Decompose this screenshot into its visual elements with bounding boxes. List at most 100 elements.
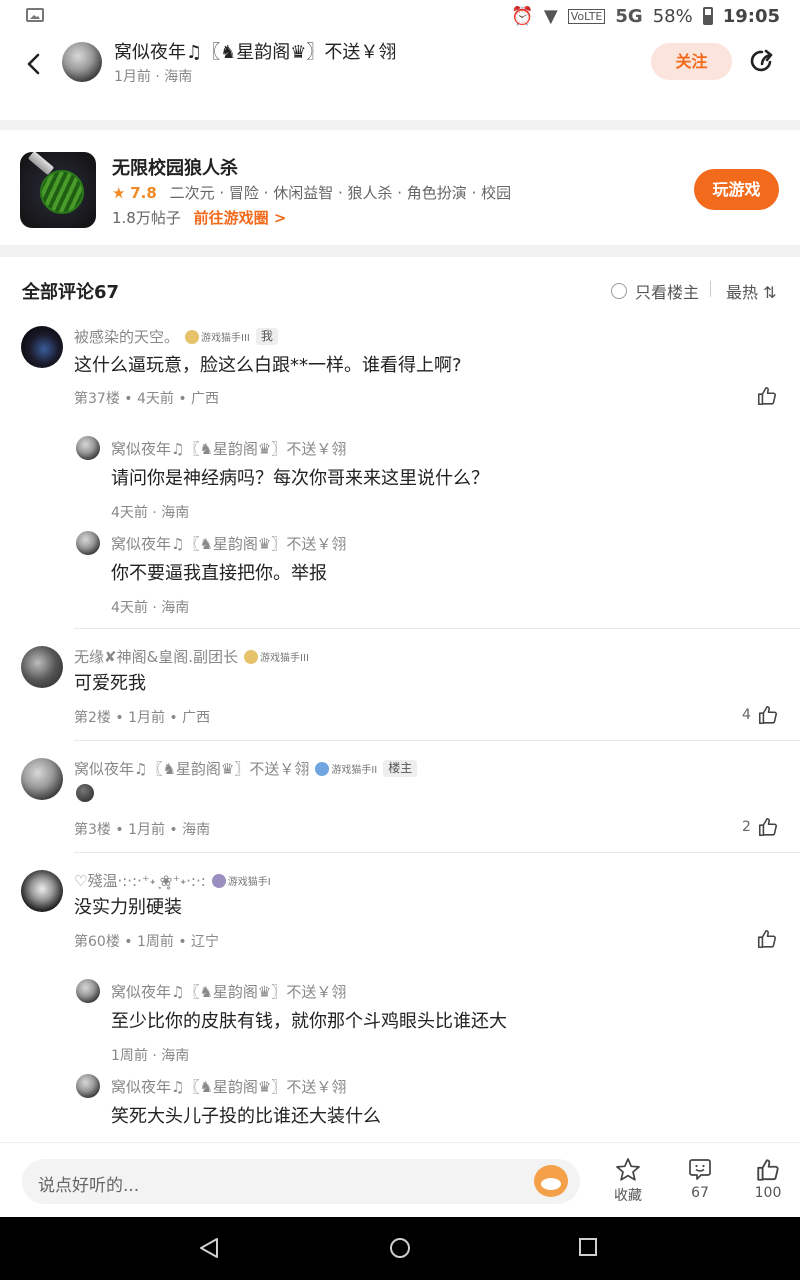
reply-avatar[interactable] xyxy=(76,1074,100,1098)
status-bar: ⏰ ▼ VoLTE 5G 58% 19:05 xyxy=(0,0,800,32)
battery-icon xyxy=(702,7,713,25)
reply-author[interactable]: 窝似夜年♫〖♞星韵阁♛〗不送￥翎 xyxy=(111,981,346,1002)
level-badge: 游戏猫手III xyxy=(185,329,250,344)
radio-icon[interactable] xyxy=(611,283,627,299)
comment-meta: 第3楼 • 1月前 • 海南 xyxy=(74,822,211,838)
game-icon[interactable] xyxy=(20,152,96,228)
watermelon-icon xyxy=(40,170,84,214)
battery-percent: 58% xyxy=(652,5,693,27)
comment-input[interactable]: 说点好听的... xyxy=(22,1159,580,1204)
comment-text: 这什么逼玩意，脸这么白跟**一样。谁看得上啊? xyxy=(74,355,462,376)
thumbs-up-icon[interactable] xyxy=(755,1157,781,1183)
comment-text: 没实力别硬装 xyxy=(74,897,182,918)
commenter-name[interactable]: ♡殘温·:·:·⁺˖ ͙❀̥⁺˖·:·: xyxy=(74,870,206,891)
favorite-button[interactable]: 收藏 xyxy=(598,1157,658,1205)
game-title[interactable]: 无限校园狼人杀 xyxy=(112,154,238,180)
reply-avatar[interactable] xyxy=(76,436,100,460)
reply-text: 笑死大头儿子投的比谁还大装什么 xyxy=(111,1106,381,1127)
section-divider xyxy=(0,245,800,257)
owner-tag: 楼主 xyxy=(383,760,418,777)
volte-indicator: VoLTE xyxy=(567,8,606,24)
like-button[interactable]: 2 xyxy=(742,816,779,838)
knife-icon xyxy=(27,152,55,176)
reply-meta: 1周前 · 海南 xyxy=(111,1048,190,1064)
reply-text: 至少比你的皮肤有钱，就你那个斗鸡眼头比谁还大 xyxy=(111,1011,507,1032)
favorite-label: 收藏 xyxy=(614,1188,642,1204)
owner-only-toggle[interactable]: 只看楼主 xyxy=(611,279,699,303)
game-post-count-row: 1.8万帖子 前往游戏圈 > xyxy=(112,207,286,228)
back-arrow-icon[interactable] xyxy=(24,52,44,76)
thumbs-up-icon[interactable] xyxy=(757,704,779,726)
comment-text: 可爱死我 xyxy=(74,673,146,694)
alarm-icon: ⏰ xyxy=(511,5,534,27)
reply-meta: 4天前 · 海南 xyxy=(111,505,190,521)
game-tags: ★ 7.8 二次元 · 冒险 · 休闲益智 · 狼人杀 · 角色扮演 · 校园 xyxy=(112,182,511,203)
wifi-icon: ▼ xyxy=(543,5,558,27)
commenter-avatar[interactable] xyxy=(21,758,63,800)
owner-only-label: 只看楼主 xyxy=(635,283,700,302)
reply-text: 你不要逼我直接把你。举报 xyxy=(111,563,327,584)
system-navigation-bar xyxy=(0,1217,800,1280)
author-name[interactable]: 窝似夜年♫〖♞星韵阁♛〗不送￥翎 xyxy=(114,38,396,64)
cat-badge-icon xyxy=(315,761,330,776)
section-divider xyxy=(0,120,800,130)
thumbs-up-icon[interactable] xyxy=(756,928,778,950)
author-avatar[interactable] xyxy=(62,42,102,82)
reply-avatar[interactable] xyxy=(76,979,100,1003)
game-circle-link[interactable]: 前往游戏圈 > xyxy=(194,209,287,227)
level-badge: 游戏猫手II xyxy=(315,761,377,776)
follow-button[interactable]: 关注 xyxy=(651,43,732,80)
cat-badge-icon xyxy=(244,649,259,664)
like-button[interactable] xyxy=(756,385,778,407)
gallery-notification-icon xyxy=(26,8,44,22)
commenter-avatar[interactable] xyxy=(21,646,63,688)
comment-meta: 第60楼 • 1周前 • 辽宁 xyxy=(74,934,220,950)
game-tag-list: 二次元 · 冒险 · 休闲益智 · 狼人杀 · 角色扮演 · 校园 xyxy=(169,184,512,202)
network-type: 5G xyxy=(615,5,643,27)
like-button[interactable] xyxy=(756,928,778,950)
comment-header: 无缘✘神阁&皇阁.副团长 游戏猫手III xyxy=(74,646,309,667)
share-icon[interactable] xyxy=(748,47,776,75)
reply-author[interactable]: 窝似夜年♫〖♞星韵阁♛〗不送￥翎 xyxy=(111,438,346,459)
reply-author[interactable]: 窝似夜年♫〖♞星韵阁♛〗不送￥翎 xyxy=(111,533,346,554)
commenter-avatar[interactable] xyxy=(21,326,63,368)
thumbs-up-icon[interactable] xyxy=(756,385,778,407)
game-card[interactable]: 无限校园狼人杀 ★ 7.8 二次元 · 冒险 · 休闲益智 · 狼人杀 · 角色… xyxy=(0,130,800,245)
nav-recents-icon[interactable] xyxy=(578,1237,598,1257)
reply-avatar[interactable] xyxy=(76,531,100,555)
star-outline-icon[interactable] xyxy=(615,1157,641,1183)
comment-input-placeholder: 说点好听的... xyxy=(38,1176,140,1196)
post-like-count: 100 xyxy=(754,1185,782,1201)
thumbs-up-icon[interactable] xyxy=(757,816,779,838)
comment-icon[interactable] xyxy=(687,1157,713,1183)
comment-count-button[interactable]: 67 xyxy=(670,1157,730,1201)
commenter-name[interactable]: 被感染的天空。 xyxy=(74,326,179,347)
sort-dropdown[interactable]: 最热 ⇅ xyxy=(726,279,777,303)
level-badge: 游戏猫手I xyxy=(211,873,271,888)
level-badge: 游戏猫手III xyxy=(244,649,309,664)
clock: 19:05 xyxy=(722,5,780,27)
nav-back-icon[interactable] xyxy=(198,1237,220,1259)
comment-header: 窝似夜年♫〖♞星韵阁♛〗不送￥翎 游戏猫手II 楼主 xyxy=(74,758,418,779)
nav-home-icon[interactable] xyxy=(389,1237,411,1259)
emoji-mascot-icon[interactable] xyxy=(534,1165,568,1197)
star-icon: ★ xyxy=(112,184,126,202)
post-meta: 1月前 · 海南 xyxy=(114,69,193,85)
cat-badge-icon xyxy=(185,329,200,344)
commenter-name[interactable]: 无缘✘神阁&皇阁.副团长 xyxy=(74,646,238,667)
play-game-button[interactable]: 玩游戏 xyxy=(694,169,779,210)
reply-author[interactable]: 窝似夜年♫〖♞星韵阁♛〗不送￥翎 xyxy=(111,1076,346,1097)
commenter-name[interactable]: 窝似夜年♫〖♞星韵阁♛〗不送￥翎 xyxy=(74,758,309,779)
commenter-avatar[interactable] xyxy=(21,870,63,912)
comment-header: ♡殘温·:·:·⁺˖ ͙❀̥⁺˖·:·: 游戏猫手I xyxy=(74,870,271,891)
sticker-icon xyxy=(76,784,94,802)
divider xyxy=(74,740,800,741)
like-button[interactable]: 4 xyxy=(742,704,779,726)
divider xyxy=(710,281,711,297)
post-like-button[interactable]: 100 xyxy=(738,1157,798,1201)
reply-meta: 4天前 · 海南 xyxy=(111,600,190,616)
comment-header: 被感染的天空。 游戏猫手III 我 xyxy=(74,326,278,347)
divider xyxy=(74,852,800,853)
self-tag: 我 xyxy=(255,328,278,345)
comment-meta: 第2楼 • 1月前 • 广西 xyxy=(74,710,211,726)
